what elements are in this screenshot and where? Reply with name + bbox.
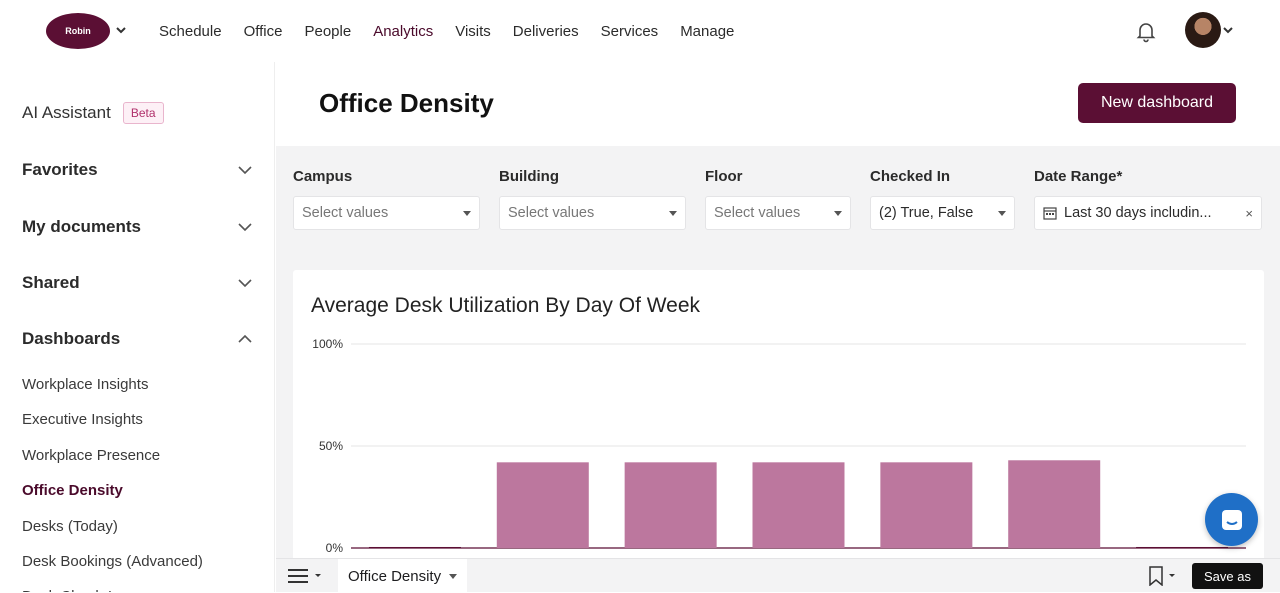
top-navigation: Robin Schedule Office People Analytics Visit…: [0, 0, 1280, 62]
save-as-button[interactable]: Save as: [1192, 563, 1263, 589]
logo-text: Robin: [65, 26, 91, 36]
nav-item-services[interactable]: Services: [590, 23, 670, 40]
filter-label: Floor: [705, 168, 743, 185]
section-my-documents[interactable]: My documents: [22, 217, 254, 237]
nav-item-deliveries[interactable]: Deliveries: [502, 23, 590, 40]
nav-item-office[interactable]: Office: [233, 23, 294, 40]
calendar-icon: [1043, 207, 1057, 220]
section-label: Dashboards: [22, 329, 121, 348]
section-label: Shared: [22, 273, 80, 292]
select-placeholder: Select values: [302, 205, 389, 221]
y-tick-label: 100%: [312, 337, 343, 351]
hamburger-menu-icon[interactable]: [288, 567, 324, 585]
y-tick-label: 50%: [319, 439, 343, 453]
filter-checked-in: Checked In (2) True, False: [870, 168, 1015, 230]
section-dashboards[interactable]: Dashboards: [22, 329, 254, 349]
sidebar: AI Assistant Beta Favorites My documents…: [0, 62, 275, 592]
tab-label: Office Density: [348, 567, 442, 585]
dashboard-item[interactable]: Workplace Presence: [22, 445, 203, 480]
chart-bar[interactable]: [496, 462, 589, 548]
chart-card: Average Desk Utilization By Day Of Week …: [293, 270, 1264, 570]
filter-date-range: Date Range* Last 30 days includin... ×: [1034, 168, 1262, 230]
dashboards-list: Workplace Insights Executive Insights Work…: [22, 374, 203, 592]
select-placeholder: Select values: [714, 205, 801, 221]
dashboard-content: Campus Select values Building Select val…: [276, 146, 1280, 570]
caret-down-icon: [834, 210, 842, 216]
tab-office-density[interactable]: Office Density: [338, 559, 468, 593]
chevron-up-icon: [238, 334, 252, 343]
ai-assistant-item[interactable]: AI Assistant Beta: [22, 102, 164, 124]
filter-building: Building Select values: [499, 168, 686, 230]
notification-bell-icon[interactable]: [1134, 19, 1158, 43]
robin-logo[interactable]: Robin: [46, 13, 110, 49]
bar-chart: 0% 50% 100%: [312, 337, 1246, 555]
dashboard-item[interactable]: Executive Insights: [22, 409, 203, 444]
filter-floor: Floor Select values: [705, 168, 851, 230]
filter-label: Campus: [293, 168, 353, 185]
y-tick-label: 0%: [326, 541, 344, 555]
new-dashboard-button[interactable]: New dashboard: [1078, 83, 1236, 123]
dashboard-item[interactable]: Desk Bookings (Advanced): [22, 551, 203, 586]
filter-campus: Campus Select values: [293, 168, 480, 230]
section-label: My documents: [22, 217, 142, 236]
nav-item-people[interactable]: People: [293, 23, 362, 40]
chart-bar[interactable]: [1136, 546, 1229, 549]
building-select[interactable]: Select values: [499, 196, 686, 230]
user-avatar[interactable]: [1185, 12, 1221, 48]
chart-title: Average Desk Utilization By Day Of Week: [311, 294, 701, 317]
page-title: Office Density: [319, 88, 494, 118]
caret-down-icon: [669, 210, 677, 216]
chevron-down-icon[interactable]: [1222, 24, 1234, 36]
chevron-down-icon: [238, 279, 252, 288]
chart-bar[interactable]: [752, 462, 845, 548]
nav-item-analytics[interactable]: Analytics: [362, 23, 444, 40]
nav-item-visits[interactable]: Visits: [444, 23, 502, 40]
dashboard-item[interactable]: Workplace Insights: [22, 374, 203, 409]
dashboard-item[interactable]: Desks (Today): [22, 516, 203, 551]
chevron-down-icon: [238, 166, 252, 175]
date-range-input[interactable]: Last 30 days includin... ×: [1034, 196, 1262, 230]
section-label: Favorites: [22, 160, 98, 179]
section-favorites[interactable]: Favorites: [22, 160, 254, 180]
chart-bar[interactable]: [624, 462, 717, 548]
beta-badge: Beta: [122, 102, 164, 124]
nav-menu: Schedule Office People Analytics Visits Deliv…: [148, 0, 745, 62]
ai-assistant-label: AI Assistant: [22, 103, 111, 122]
nav-item-manage[interactable]: Manage: [669, 23, 745, 40]
caret-down-icon: [463, 210, 471, 216]
select-value: (2) True, False: [879, 205, 974, 221]
dashboard-item[interactable]: Desk Check-Ins: [22, 586, 203, 592]
caret-down-icon: [998, 210, 1006, 216]
chevron-down-icon: [238, 223, 252, 232]
select-placeholder: Select values: [508, 205, 595, 221]
chevron-down-icon[interactable]: [115, 22, 127, 38]
nav-item-schedule[interactable]: Schedule: [148, 23, 233, 40]
checked-in-select[interactable]: (2) True, False: [870, 196, 1015, 230]
date-range-value-wrap: Last 30 days includin...: [1043, 205, 1212, 221]
page-header: Office Density New dashboard: [276, 62, 1280, 146]
chart-bar[interactable]: [368, 546, 461, 549]
filter-label: Checked In: [870, 168, 951, 185]
campus-select[interactable]: Select values: [293, 196, 480, 230]
chat-support-button[interactable]: [1205, 493, 1258, 546]
dashboard-item[interactable]: Office Density: [22, 480, 203, 515]
floor-select[interactable]: Select values: [705, 196, 851, 230]
chat-bubble-icon: [1221, 509, 1242, 530]
chart-bar[interactable]: [1008, 460, 1101, 548]
filter-label: Building: [499, 168, 559, 185]
caret-down-icon: [449, 573, 458, 579]
date-range-value: Last 30 days includin...: [1064, 205, 1212, 221]
section-shared[interactable]: Shared: [22, 273, 254, 293]
chart-bar[interactable]: [880, 462, 973, 548]
bottom-bar: Office Density Save as: [276, 558, 1280, 593]
bookmark-icon[interactable]: [1148, 566, 1178, 586]
filter-label: Date Range*: [1034, 168, 1123, 185]
clear-icon[interactable]: ×: [1245, 206, 1253, 221]
